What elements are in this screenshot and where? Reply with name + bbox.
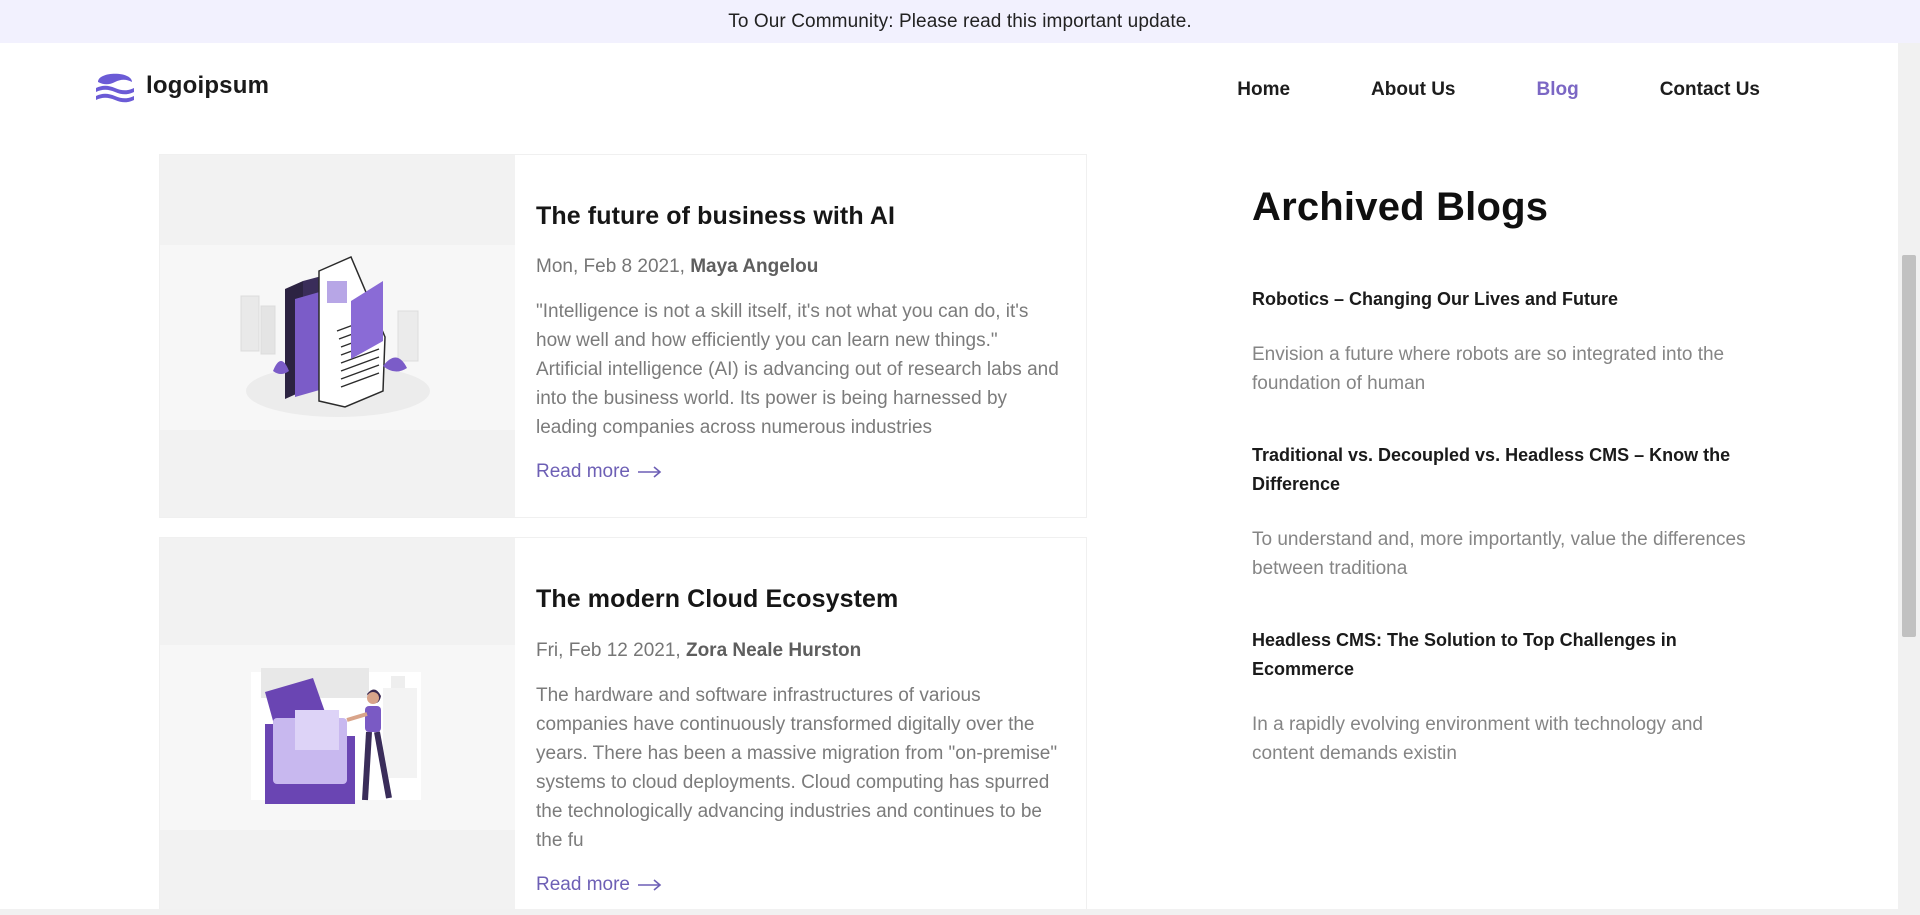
archive-item-excerpt: To understand and, more importantly, val…	[1252, 529, 1746, 579]
blog-card: The modern Cloud Ecosystem Fri, Feb 12 2…	[159, 537, 1087, 915]
logo[interactable]: logoipsum	[94, 67, 269, 105]
post-date: Fri, Feb 12 2021,	[536, 640, 686, 661]
blog-card-meta: Mon, Feb 8 2021, Maya Angelou	[536, 256, 1062, 278]
archive-item-excerpt: In a rapidly evolving environment with t…	[1252, 714, 1703, 764]
nav-home[interactable]: Home	[1237, 79, 1290, 101]
archived-blogs: Archived Blogs Robotics – Changing Our L…	[1252, 185, 1752, 764]
ai-documents-illustration	[240, 256, 430, 417]
arrow-right-icon	[638, 879, 662, 891]
post-author: Zora Neale Hurston	[685, 640, 862, 661]
archive-item-excerpt: Envision a future where robots are so in…	[1252, 344, 1725, 394]
nav-contact-us[interactable]: Contact Us	[1660, 79, 1760, 101]
read-more-label: Read more	[536, 874, 630, 895]
archive-item-title[interactable]: Robotics – Changing Our Lives and Future	[1252, 285, 1752, 314]
archive-item-title[interactable]: Traditional vs. Decoupled vs. Headless C…	[1252, 441, 1752, 499]
horizontal-scrollbar[interactable]	[0, 909, 1898, 915]
announcement-bar[interactable]: To Our Community: Please read this impor…	[0, 0, 1920, 43]
arrow-right-icon	[638, 466, 662, 478]
archive-item-title[interactable]: Headless CMS: The Solution to Top Challe…	[1252, 626, 1752, 684]
waves-icon	[96, 73, 134, 103]
read-more-link[interactable]: Read more	[536, 461, 662, 483]
read-more-label: Read more	[536, 461, 630, 482]
logo-text: logoipsum	[146, 72, 270, 99]
scrollbar-thumb[interactable]	[1902, 255, 1916, 637]
cloud-folder-illustration	[250, 668, 421, 804]
nav-about-us[interactable]: About Us	[1371, 79, 1455, 101]
post-author: Maya Angelou	[690, 256, 819, 277]
blog-card-body: The modern Cloud Ecosystem Fri, Feb 12 2…	[536, 538, 1062, 896]
nav-blog[interactable]: Blog	[1536, 79, 1578, 101]
blog-card-image[interactable]	[160, 538, 515, 915]
blog-card-title[interactable]: The future of business with AI	[536, 202, 1062, 231]
blog-card-image[interactable]	[160, 155, 515, 517]
main-nav: Home About Us Blog Contact Us	[1156, 79, 1760, 101]
blog-card: The future of business with AI Mon, Feb …	[159, 154, 1087, 518]
blog-card-meta: Fri, Feb 12 2021, Zora Neale Hurston	[536, 640, 1062, 662]
post-excerpt: The hardware and software infrastructure…	[536, 685, 1058, 851]
site-header: logoipsum Home About Us Blog Contact Us	[0, 43, 1898, 143]
archive-heading: Archived Blogs	[1252, 185, 1549, 229]
page: To Our Community: Please read this impor…	[0, 0, 1920, 915]
blog-card-title[interactable]: The modern Cloud Ecosystem	[536, 585, 1062, 614]
blog-card-body: The future of business with AI Mon, Feb …	[536, 155, 1062, 483]
post-date: Mon, Feb 8 2021,	[536, 256, 691, 277]
vertical-scrollbar[interactable]	[1898, 43, 1920, 915]
announcement-text[interactable]: To Our Community: Please read this impor…	[728, 11, 1192, 33]
post-excerpt: "Intelligence is not a skill itself, it'…	[536, 301, 1059, 438]
read-more-link[interactable]: Read more	[536, 874, 662, 896]
